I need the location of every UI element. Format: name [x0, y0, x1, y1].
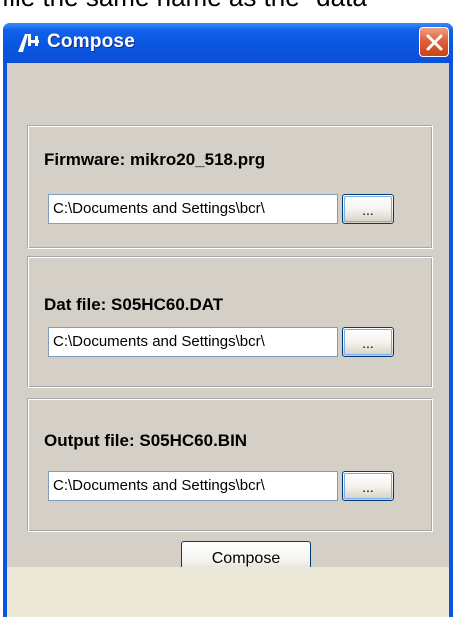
dat-file-group: Dat file: S05HC60.DAT C:\Documents and S…: [27, 256, 433, 388]
title-bar[interactable]: Compose: [3, 23, 453, 63]
window-title: Compose: [47, 31, 135, 52]
dat-file-label: Dat file: S05HC60.DAT: [44, 295, 224, 314]
output-file-group: Output file: S05HC60.BIN C:\Documents an…: [27, 398, 433, 532]
dat-file-browse-button[interactable]: ...: [342, 327, 394, 357]
firmware-path-input[interactable]: C:\Documents and Settings\bcr\: [48, 194, 338, 224]
firmware-browse-button[interactable]: ...: [342, 194, 394, 224]
output-file-label: Output file: S05HC60.BIN: [44, 431, 248, 450]
client-area: Firmware: mikro20_518.prg C:\Documents a…: [7, 63, 449, 617]
firmware-group: Firmware: mikro20_518.prg C:\Documents a…: [27, 125, 433, 249]
status-strip: [7, 567, 449, 617]
output-file-path-input[interactable]: C:\Documents and Settings\bcr\: [48, 471, 338, 501]
app-logo-icon: [15, 30, 41, 54]
firmware-label: Firmware: mikro20_518.prg: [44, 150, 266, 169]
dat-file-path-input[interactable]: C:\Documents and Settings\bcr\: [48, 327, 338, 357]
output-file-browse-button[interactable]: ...: [342, 471, 394, 501]
background-caption: file the same name as the "data: [0, 0, 453, 8]
compose-window: Compose Firmware: mikro20_518.prg C:\Doc…: [3, 23, 453, 617]
close-button[interactable]: [419, 27, 449, 57]
